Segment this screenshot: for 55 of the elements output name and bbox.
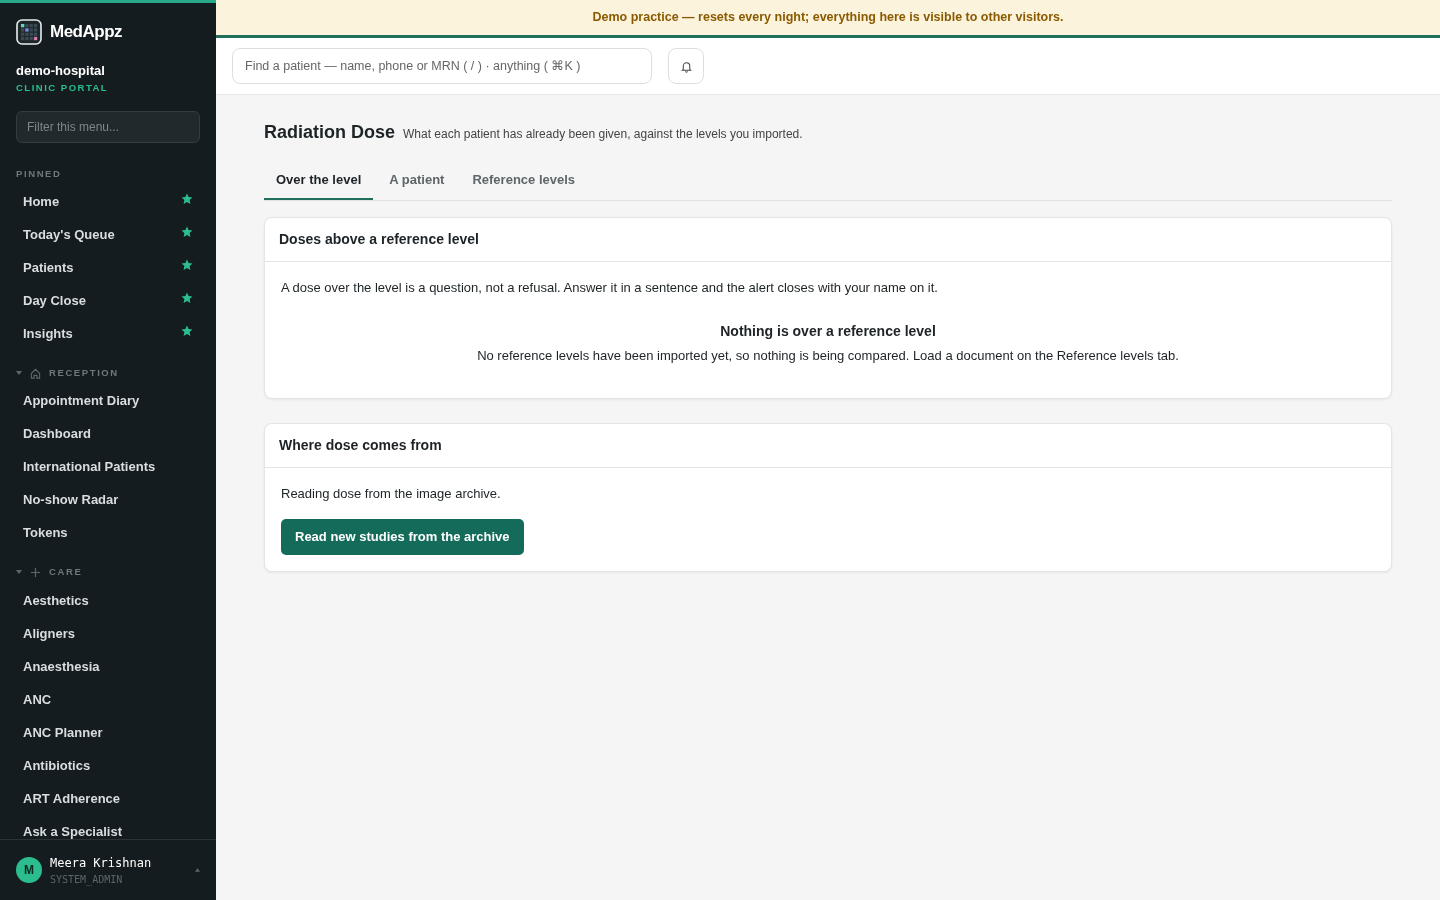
nav-item[interactable]: Home — [0, 185, 216, 218]
caret-icon[interactable] — [16, 370, 22, 377]
filter-field[interactable]: Filter this menu... — [16, 110, 200, 143]
star-icon[interactable] — [181, 193, 193, 205]
page-subtitle: What each patient has already been given, against the levels you imported. — [403, 126, 803, 143]
nav-item[interactable]: ART Adherence — [0, 781, 216, 815]
nav-item[interactable]: No-show Radar — [0, 483, 216, 517]
card-text: A dose over the level is a question, not a refusal. Answer it in a sentence and the alert closes with your name on it. — [281, 278, 939, 297]
page-title: Radiation Dose — [264, 121, 396, 144]
bell-icon — [679, 59, 693, 73]
caret-icon[interactable] — [195, 868, 200, 873]
house-icon — [30, 367, 41, 379]
search-field[interactable]: Find a patient — name, phone or MRN ( / ) · anything ( ⌘K ) — [232, 47, 652, 85]
group-label: RECEPTION — [49, 366, 119, 380]
group-label: PINNED — [16, 166, 62, 181]
nav-item[interactable]: Today's Queue — [0, 218, 216, 251]
star-icon[interactable] — [181, 292, 193, 304]
star-icon[interactable] — [181, 259, 193, 271]
group-label: CARE — [49, 565, 83, 580]
organization-name: demo-hospital — [16, 62, 106, 80]
tab[interactable]: A patient — [377, 162, 457, 200]
user-name: Meera Krishnan — [50, 854, 153, 872]
card-title: Doses above a reference level — [279, 230, 479, 247]
nav-item[interactable]: Anaesthesia — [0, 649, 216, 683]
archive-button[interactable]: Read new studies from the archive — [281, 519, 524, 555]
portal-label: CLINIC PORTAL — [16, 80, 110, 95]
nav-item[interactable]: Ask a Specialist — [0, 814, 216, 840]
nav-item[interactable]: Antibiotics — [0, 748, 216, 782]
star-icon[interactable] — [181, 226, 193, 238]
nav-item[interactable]: Day Close — [0, 284, 216, 317]
nav-item[interactable]: Aesthetics — [0, 583, 216, 617]
star-icon[interactable] — [181, 325, 193, 337]
notifications-button[interactable] — [668, 48, 704, 84]
logo-icon — [16, 19, 42, 45]
nav-item[interactable]: Aligners — [0, 616, 216, 650]
tab[interactable]: Reference levels — [460, 162, 588, 200]
nav-item[interactable]: Appointment Diary — [0, 384, 216, 418]
brand-name: MedAppz — [50, 21, 123, 44]
nav-item[interactable]: Patients — [0, 251, 216, 284]
banner-text: Demo practice — resets every night; everything here is visible to other visitors. — [592, 9, 1064, 27]
card-text: Reading dose from the image archive. — [281, 484, 502, 503]
nav-item[interactable]: International Patients — [0, 450, 216, 484]
tab[interactable]: Over the level — [264, 162, 374, 200]
nav-item[interactable]: ANC Planner — [0, 715, 216, 749]
caret-icon[interactable] — [16, 569, 22, 576]
nav-item[interactable]: Insights — [0, 317, 216, 350]
empty-state-text: No reference levels have been imported yet, so nothing is being compared. Load a document on the Reference levels tab. — [477, 348, 1179, 363]
card-title: Where dose comes from — [279, 436, 442, 453]
user-avatar: M — [16, 857, 42, 884]
empty-state-title: Nothing is over a reference level — [720, 323, 936, 339]
nav-item[interactable]: ANC — [0, 682, 216, 716]
nav-item[interactable]: Dashboard — [0, 417, 216, 451]
plus-icon — [30, 566, 41, 578]
user-role: SYSTEM_ADMIN — [50, 872, 124, 887]
nav-item[interactable]: Tokens — [0, 516, 216, 550]
